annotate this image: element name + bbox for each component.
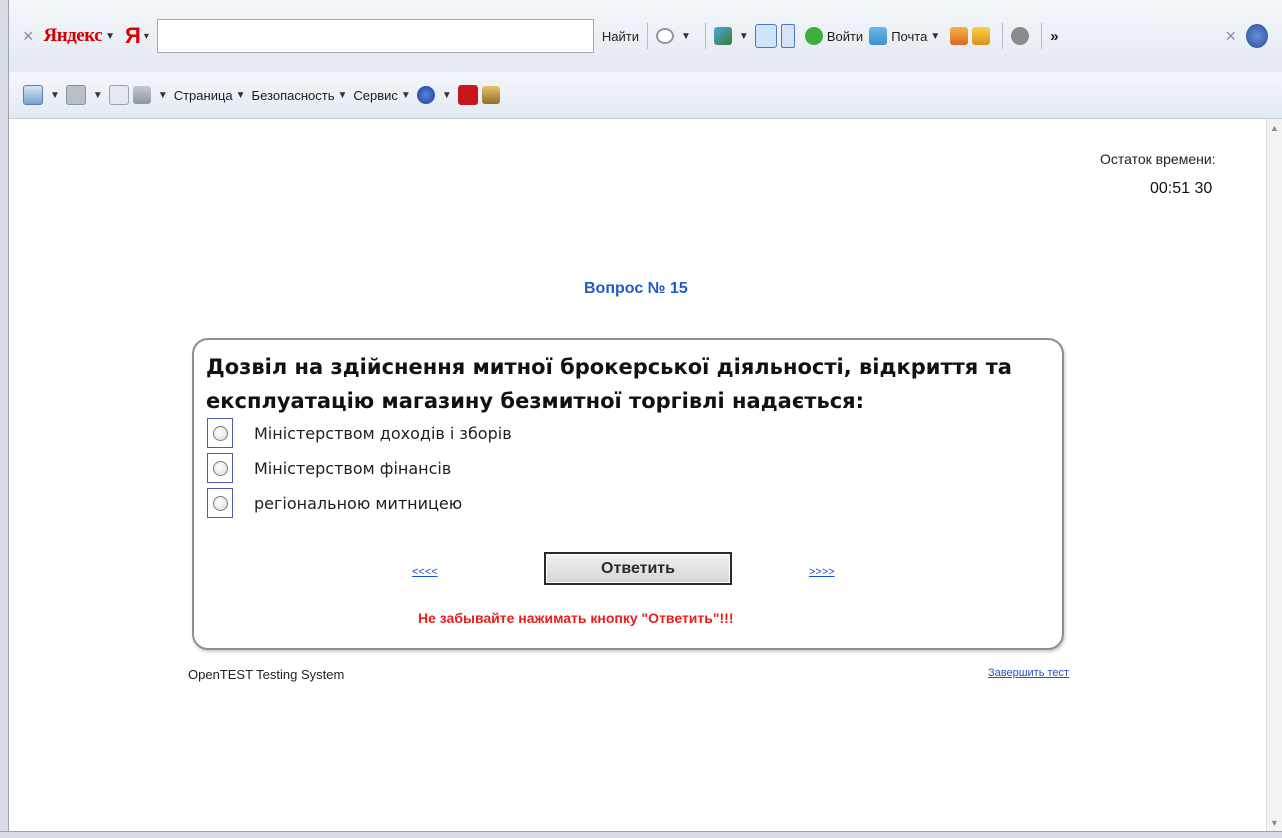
answer-option[interactable]: Міністерством фінансів (207, 453, 451, 483)
answer-radio[interactable] (207, 453, 233, 483)
rss-feed-icon (65, 85, 86, 105)
ya-logo-icon[interactable]: Я (125, 23, 141, 49)
chevron-down-icon: ▼ (930, 30, 941, 42)
answer-option-label: Міністерством доходів і зборів (254, 423, 512, 443)
answer-option-label: Міністерством фінансів (254, 458, 452, 478)
antivirus-icon[interactable] (457, 85, 478, 105)
yandex-logo: Яндекс (43, 25, 103, 46)
chevron-down-icon: ▼ (157, 89, 168, 101)
window-frame-bottom (0, 831, 1282, 838)
chevron-down-icon: ▼ (92, 89, 103, 101)
comments-button[interactable]: ▼ (656, 28, 691, 44)
chevron-down-icon: ▼ (441, 89, 452, 101)
home-icon[interactable] (950, 27, 969, 45)
chevron-down-icon: ▼ (50, 89, 60, 101)
command-bar: ▼ ▼ ▼ Страница ▼ Безопасность ▼ Сервис ▼… (9, 72, 1282, 119)
more-button[interactable]: » (1050, 28, 1058, 45)
previous-question-link[interactable]: <<<< (412, 566, 438, 578)
spellcheck-icon (713, 27, 732, 45)
login-icon (804, 27, 823, 45)
service-menu[interactable]: Сервис ▼ (353, 88, 410, 103)
mail-button[interactable]: Почта ▼ (869, 27, 940, 45)
feeds-button[interactable]: ▼ (65, 85, 103, 105)
answer-radio[interactable] (207, 418, 233, 448)
printer-icon (132, 86, 151, 104)
favorites-icon[interactable] (972, 27, 991, 45)
divider (1002, 23, 1004, 49)
chevron-down-icon (780, 24, 795, 48)
scroll-up-icon[interactable]: ▲ (1270, 123, 1279, 133)
radio-button-icon (212, 460, 228, 476)
answer-radio[interactable] (207, 488, 233, 518)
answer-button[interactable]: Ответить (544, 552, 732, 585)
question-text: Дозвіл на здійснення митної брокерської … (206, 355, 1012, 413)
research-icon[interactable] (481, 86, 500, 104)
mail-label: Почта (891, 28, 928, 44)
divider (647, 23, 648, 49)
answer-option[interactable]: регіональною митницею (207, 488, 462, 518)
translate-icon (754, 24, 777, 48)
mail-icon (869, 27, 888, 45)
finish-test-link[interactable]: Завершить тест (988, 667, 1069, 679)
help-button[interactable]: ▼ (416, 86, 452, 104)
yandex-toolbar: × Яндекс ▼ Я ▾ Найти ▼ ▼ Войти Почта ▼ »… (9, 0, 1282, 73)
home-button[interactable]: ▼ (23, 85, 60, 105)
search-field-wrapper (156, 19, 594, 53)
page-menu[interactable]: Страница ▼ (174, 88, 246, 103)
next-question-link[interactable]: >>>> (809, 566, 835, 578)
scroll-down-icon[interactable]: ▼ (1270, 818, 1279, 828)
search-input[interactable] (163, 27, 593, 45)
chevron-down-icon: ▼ (105, 30, 116, 42)
security-menu[interactable]: Безопасность ▼ (252, 88, 348, 103)
time-remaining-value: 00:51 30 (1150, 180, 1213, 197)
chevron-down-icon: ▼ (235, 89, 246, 101)
page-menu-label: Страница (173, 87, 233, 103)
window-frame-left (0, 0, 9, 838)
home-icon (23, 85, 43, 105)
chevron-down-icon: ▼ (337, 89, 348, 101)
speech-bubble-icon (656, 28, 674, 44)
login-button[interactable]: Войти (804, 27, 864, 45)
vertical-scrollbar[interactable]: ▲ ▼ (1266, 119, 1282, 832)
close-icon[interactable]: × (1225, 26, 1236, 47)
help-icon (416, 86, 435, 104)
chevron-down-icon: ▼ (400, 89, 411, 101)
divider (704, 23, 706, 49)
answer-option-label: регіональною митницею (254, 493, 463, 513)
spellcheck-button[interactable]: ▼ (713, 27, 749, 45)
translate-button[interactable] (754, 24, 799, 48)
gear-icon[interactable] (1011, 27, 1030, 45)
radio-button-icon (212, 425, 228, 441)
divider (1041, 23, 1043, 49)
radio-button-icon (212, 495, 228, 511)
find-button[interactable]: Найти (602, 29, 639, 44)
reminder-warning: Не забывайте нажимать кнопку "Ответить"!… (418, 610, 734, 626)
chevron-down-icon: ▼ (738, 30, 749, 42)
chevron-down-icon[interactable]: ▾ (144, 31, 149, 42)
question-number: Вопрос № 15 (584, 280, 688, 297)
print-button[interactable]: ▼ (132, 86, 168, 104)
service-menu-label: Сервис (353, 87, 398, 103)
time-remaining-label: Остаток времени: (1100, 151, 1216, 167)
answer-option[interactable]: Міністерством доходів і зборів (207, 418, 512, 448)
chevron-down-icon: ▼ (681, 30, 691, 42)
read-mail-icon[interactable] (108, 85, 129, 105)
close-toolbar-icon[interactable]: × (23, 26, 34, 47)
login-label: Войти (826, 28, 864, 44)
security-menu-label: Безопасность (251, 87, 335, 103)
system-name: OpenTEST Testing System (188, 667, 345, 682)
yandex-brand-menu[interactable]: Яндекс ▼ (44, 25, 116, 47)
translator-icon[interactable] (1246, 24, 1268, 48)
